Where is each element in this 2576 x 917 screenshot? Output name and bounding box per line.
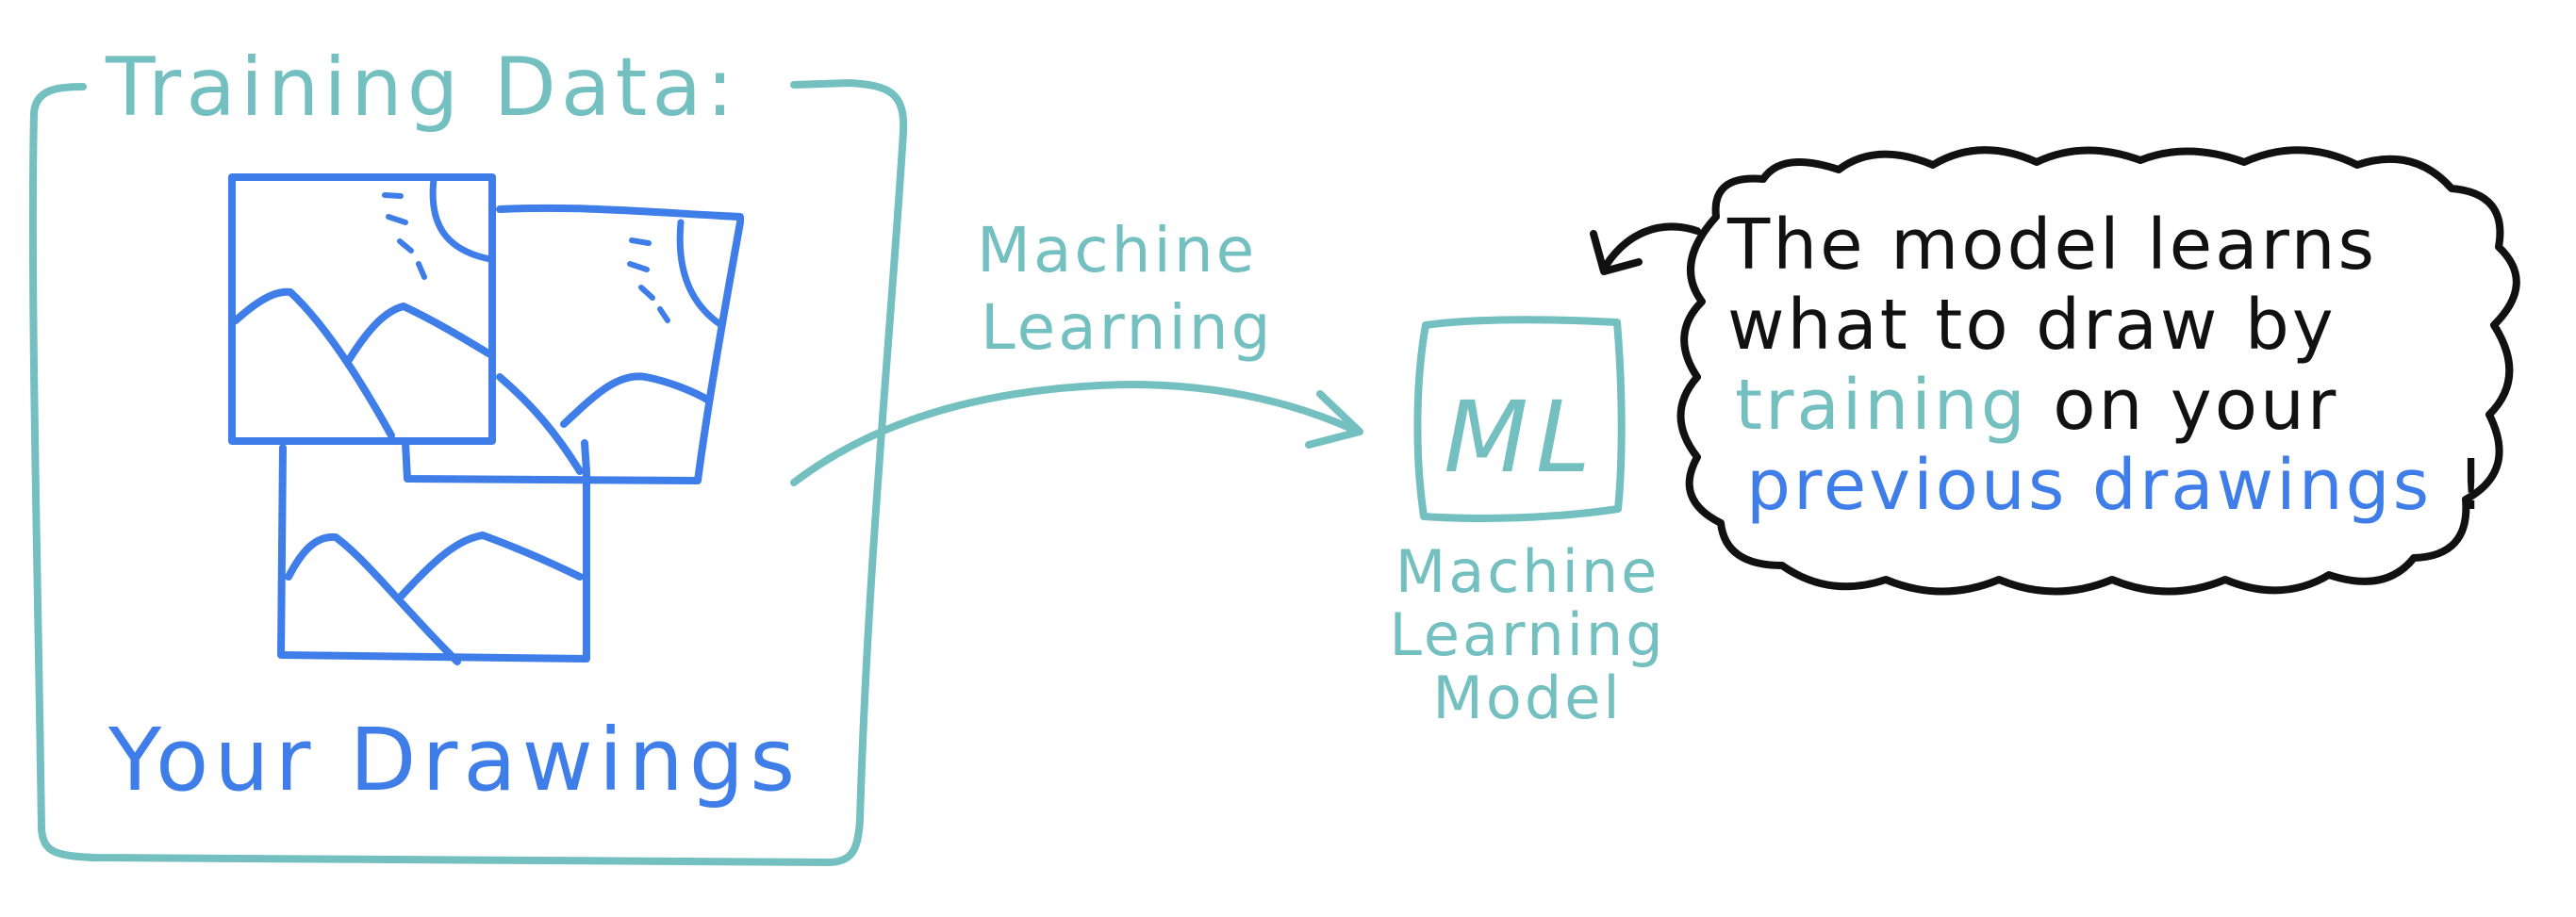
bubble-line-3: training on your (1735, 365, 2338, 446)
bubble-line-4: previous drawings ! (1746, 445, 2487, 526)
machine-learning-label-line2: Learning (981, 291, 1274, 364)
drawing-thumbnail-1 (228, 173, 496, 445)
machine-learning-label-line1: Machine (977, 214, 1257, 287)
model-caption-line1: Machine (1395, 537, 1660, 606)
training-data-title: Training Data: (105, 41, 738, 135)
bubble-line-3-highlight: training (1735, 365, 2028, 446)
your-drawings-caption: Your Drawings (107, 710, 801, 811)
arrow-left-icon (1590, 222, 1701, 275)
bubble-line-4-end: ! (2457, 445, 2488, 526)
model-caption-line2: Learning (1389, 600, 1665, 669)
ml-model-box-text: ML (1444, 380, 1598, 495)
ml-training-diagram: Training Data: Your Drawings Machine Lea… (28, 41, 2520, 867)
bubble-line-3-rest: on your (2053, 365, 2338, 446)
bubble-line-2: what to draw by (1727, 285, 2337, 366)
bubble-line-1: The model learns (1726, 205, 2377, 286)
model-caption-line3: Model (1432, 663, 1622, 732)
bubble-line-4-highlight: previous drawings (1746, 445, 2432, 526)
